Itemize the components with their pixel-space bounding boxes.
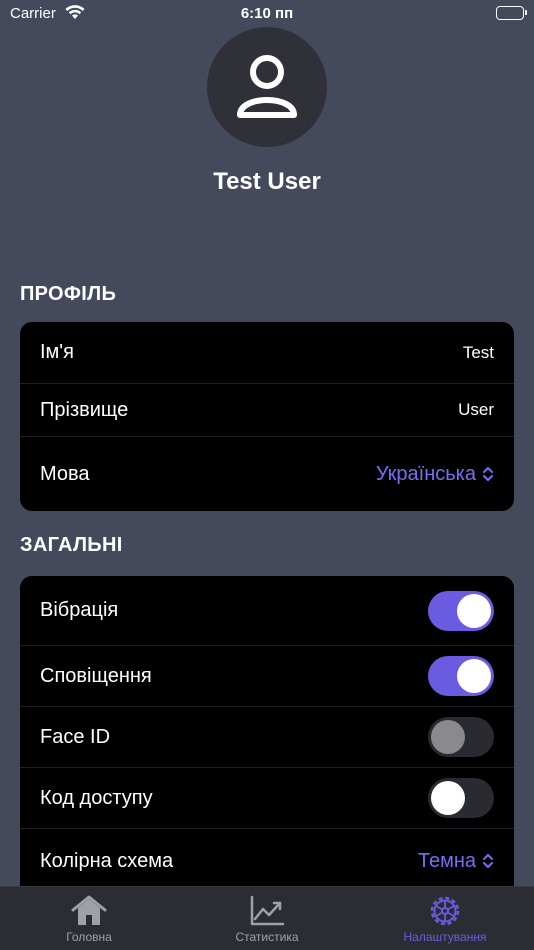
person-icon bbox=[237, 55, 297, 118]
language-row[interactable]: Мова Українська bbox=[20, 437, 514, 511]
tab-home[interactable]: Головна bbox=[0, 887, 178, 950]
face-id-row: Face ID bbox=[20, 707, 514, 768]
last-name-row[interactable]: Прізвище User bbox=[20, 384, 514, 437]
notifications-toggle[interactable] bbox=[428, 656, 494, 696]
language-label: Мова bbox=[40, 462, 90, 485]
color-scheme-picker[interactable]: Темна bbox=[418, 850, 494, 873]
chevron-up-down-icon bbox=[483, 854, 493, 868]
vibration-toggle[interactable] bbox=[428, 590, 494, 631]
vibration-label: Вібрація bbox=[40, 599, 119, 621]
battery-icon bbox=[496, 6, 527, 20]
passcode-label: Код доступу bbox=[40, 786, 153, 809]
tab-home-label: Головна bbox=[66, 930, 112, 944]
first-name-row[interactable]: Ім'я Test bbox=[20, 322, 514, 384]
section-header-profile: ПРОФІЛЬ bbox=[20, 283, 117, 305]
chevron-up-down-icon bbox=[483, 467, 493, 481]
section-header-general: ЗАГАЛЬНІ bbox=[20, 534, 123, 556]
chart-line-icon bbox=[250, 895, 285, 926]
profile-card: Ім'я Test Прізвище User Мова Українська bbox=[20, 322, 514, 511]
passcode-row: Код доступу bbox=[20, 768, 514, 829]
tab-bar: Головна Статистика Налаштування bbox=[0, 886, 534, 950]
tab-statistics[interactable]: Статистика bbox=[178, 887, 356, 950]
tab-statistics-label: Статистика bbox=[235, 930, 299, 944]
vibration-row: Вібрація bbox=[20, 576, 514, 646]
general-card: Вібрація Сповіщення Face ID Код доступу … bbox=[20, 576, 514, 886]
last-name-value: User bbox=[458, 400, 494, 419]
first-name-value: Test bbox=[462, 342, 494, 362]
notifications-label: Сповіщення bbox=[40, 664, 152, 687]
first-name-label: Ім'я bbox=[40, 341, 74, 363]
face-id-label: Face ID bbox=[40, 725, 111, 748]
status-bar: Carrier 6:10 пп bbox=[0, 0, 534, 30]
notifications-row: Сповіщення bbox=[20, 646, 514, 707]
tab-settings[interactable]: Налаштування bbox=[356, 887, 534, 950]
house-icon bbox=[71, 895, 107, 925]
language-value: Українська bbox=[375, 462, 476, 485]
face-id-toggle[interactable] bbox=[428, 717, 494, 757]
last-name-label: Прізвище bbox=[40, 398, 129, 421]
username-title: Test User bbox=[213, 168, 321, 195]
tab-settings-label: Налаштування bbox=[403, 930, 487, 944]
status-time: 6:10 пп bbox=[240, 5, 294, 22]
language-picker[interactable]: Українська bbox=[376, 463, 494, 486]
color-scheme-row[interactable]: Колірна схема Темна bbox=[20, 829, 514, 886]
gear-icon bbox=[430, 896, 460, 926]
avatar[interactable] bbox=[207, 27, 327, 147]
passcode-toggle[interactable] bbox=[428, 778, 494, 818]
color-scheme-value: Темна bbox=[417, 849, 476, 872]
color-scheme-label: Колірна схема bbox=[40, 849, 174, 872]
